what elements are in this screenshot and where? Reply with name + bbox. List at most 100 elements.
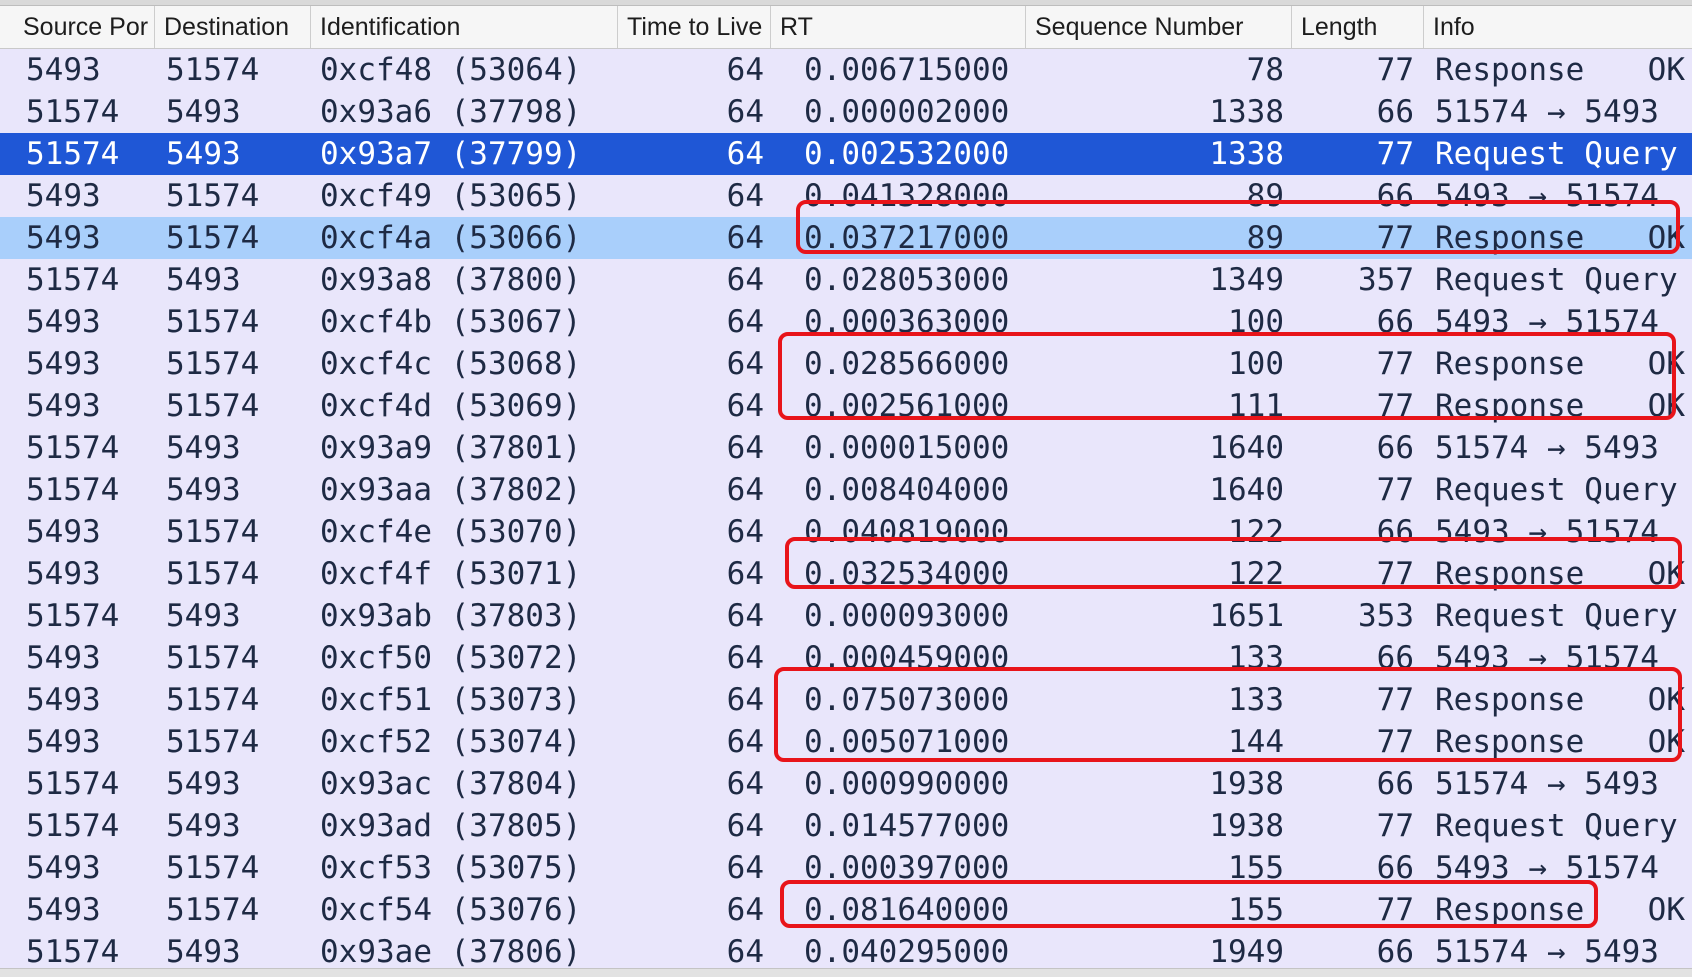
cell-sequence-number: 100: [1228, 346, 1284, 382]
packet-row[interactable]: 5493 51574 0xcf4a (53066) 64 0.037217000 89 77…: [0, 217, 1692, 259]
packet-row[interactable]: 51574 5493 0x93a8 (37800) 64 0.028053000 1349…: [0, 259, 1692, 301]
cell-length: 66: [1376, 304, 1414, 340]
cell-length: 66: [1376, 640, 1414, 676]
cell-info: Request Query: [1435, 595, 1685, 637]
cell-sequence-number: 133: [1228, 682, 1284, 718]
cell-length: 66: [1376, 850, 1414, 886]
cell-source-port: 51574: [26, 430, 120, 466]
packet-list: 5493 51574 0xcf48 (53064) 64 0.006715000 78 77…: [0, 49, 1692, 973]
cell-source-port: 51574: [26, 136, 120, 172]
cell-length: 77: [1376, 472, 1414, 508]
cell-ttl: 64: [726, 934, 764, 970]
cell-sequence-number: 144: [1228, 724, 1284, 760]
cell-source-port: 5493: [26, 388, 101, 424]
cell-source-port: 5493: [26, 724, 101, 760]
packet-row[interactable]: 51574 5493 0x93a7 (37799) 64 0.002532000 1338…: [0, 133, 1692, 175]
cell-source-port: 51574: [26, 808, 120, 844]
cell-sequence-number: 155: [1228, 892, 1284, 928]
cell-identification: 0xcf49 (53065): [320, 178, 582, 214]
cell-identification: 0xcf48 (53064): [320, 52, 582, 88]
cell-info: Response OK: [1435, 679, 1685, 721]
cell-sequence-number: 1938: [1209, 766, 1284, 802]
column-header-sequence-number[interactable]: Sequence Number: [1025, 6, 1291, 48]
cell-length: 357: [1358, 262, 1414, 298]
cell-info-status: OK: [1647, 346, 1685, 382]
cell-identification: 0x93a6 (37798): [320, 94, 582, 130]
cell-rt: 0.000002000: [804, 94, 1010, 130]
cell-info: Response OK: [1435, 889, 1685, 931]
cell-info-text: Request Query: [1435, 598, 1678, 634]
cell-ttl: 64: [726, 388, 764, 424]
cell-destination: 5493: [166, 136, 241, 172]
cell-info-status: OK: [1647, 724, 1685, 760]
cell-destination: 5493: [166, 766, 241, 802]
packet-row[interactable]: 51574 5493 0x93ac (37804) 64 0.000990000 1938…: [0, 763, 1692, 805]
cell-sequence-number: 1949: [1209, 934, 1284, 970]
packet-row[interactable]: 51574 5493 0x93a6 (37798) 64 0.000002000 1338…: [0, 91, 1692, 133]
packet-row[interactable]: 5493 51574 0xcf4b (53067) 64 0.000363000 100 6…: [0, 301, 1692, 343]
cell-rt: 0.006715000: [804, 52, 1010, 88]
cell-length: 66: [1376, 178, 1414, 214]
cell-info-text: Response: [1435, 346, 1585, 382]
packet-row[interactable]: 5493 51574 0xcf50 (53072) 64 0.000459000 133 6…: [0, 637, 1692, 679]
cell-destination: 5493: [166, 934, 241, 970]
cell-length: 66: [1376, 94, 1414, 130]
cell-destination: 51574: [166, 850, 260, 886]
cell-info-text: 51574 → 5493: [1435, 766, 1659, 802]
column-header-destination[interactable]: Destination: [154, 6, 310, 48]
cell-rt: 0.040295000: [804, 934, 1010, 970]
packet-row[interactable]: 51574 5493 0x93ad (37805) 64 0.014577000 1938…: [0, 805, 1692, 847]
cell-sequence-number: 1640: [1209, 430, 1284, 466]
packet-row[interactable]: 5493 51574 0xcf4d (53069) 64 0.002561000 111 7…: [0, 385, 1692, 427]
cell-length: 77: [1376, 220, 1414, 256]
cell-info: 51574 → 5493: [1435, 91, 1685, 133]
cell-info: 51574 → 5493: [1435, 427, 1685, 469]
cell-source-port: 51574: [26, 766, 120, 802]
packet-row[interactable]: 5493 51574 0xcf53 (53075) 64 0.000397000 155 6…: [0, 847, 1692, 889]
column-header-source-port[interactable]: Source Por: [14, 6, 154, 48]
cell-info-text: 5493 → 51574: [1435, 178, 1659, 214]
packet-row[interactable]: 5493 51574 0xcf4e (53070) 64 0.040819000 122 6…: [0, 511, 1692, 553]
cell-ttl: 64: [726, 724, 764, 760]
cell-length: 77: [1376, 892, 1414, 928]
cell-identification: 0xcf4e (53070): [320, 514, 582, 550]
cell-length: 353: [1358, 598, 1414, 634]
cell-destination: 51574: [166, 514, 260, 550]
column-header-info[interactable]: Info: [1423, 6, 1692, 48]
cell-identification: 0xcf4d (53069): [320, 388, 582, 424]
cell-ttl: 64: [726, 178, 764, 214]
cell-rt: 0.000459000: [804, 640, 1010, 676]
packet-row[interactable]: 5493 51574 0xcf4f (53071) 64 0.032534000 122 7…: [0, 553, 1692, 595]
cell-destination: 51574: [166, 724, 260, 760]
packet-row[interactable]: 5493 51574 0xcf49 (53065) 64 0.041328000 89 66…: [0, 175, 1692, 217]
cell-source-port: 5493: [26, 514, 101, 550]
cell-source-port: 5493: [26, 682, 101, 718]
cell-rt: 0.008404000: [804, 472, 1010, 508]
cell-info-text: Response: [1435, 724, 1585, 760]
column-header-ttl[interactable]: Time to Live: [617, 6, 770, 48]
cell-ttl: 64: [726, 430, 764, 466]
cell-length: 77: [1376, 808, 1414, 844]
cell-destination: 51574: [166, 178, 260, 214]
packet-list-header: Source Por Destination Identification Ti…: [0, 6, 1692, 49]
cell-length: 66: [1376, 934, 1414, 970]
cell-info-status: OK: [1647, 556, 1685, 592]
column-header-identification[interactable]: Identification: [310, 6, 620, 48]
packet-row[interactable]: 5493 51574 0xcf52 (53074) 64 0.005071000 144 7…: [0, 721, 1692, 763]
packet-row[interactable]: 51574 5493 0x93ae (37806) 64 0.040295000 1949…: [0, 931, 1692, 973]
column-header-rt[interactable]: RT: [770, 6, 1025, 48]
cell-info-text: Response: [1435, 556, 1585, 592]
cell-identification: 0x93a7 (37799): [320, 136, 582, 172]
column-header-length[interactable]: Length: [1291, 6, 1423, 48]
packet-row[interactable]: 5493 51574 0xcf51 (53073) 64 0.075073000 133 7…: [0, 679, 1692, 721]
cell-rt: 0.002561000: [804, 388, 1010, 424]
packet-row[interactable]: 5493 51574 0xcf4c (53068) 64 0.028566000 100 7…: [0, 343, 1692, 385]
packet-row[interactable]: 51574 5493 0x93a9 (37801) 64 0.000015000 1640…: [0, 427, 1692, 469]
packet-row[interactable]: 5493 51574 0xcf48 (53064) 64 0.006715000 78 77…: [0, 49, 1692, 91]
cell-sequence-number: 1938: [1209, 808, 1284, 844]
cell-identification: 0xcf53 (53075): [320, 850, 582, 886]
packet-row[interactable]: 51574 5493 0x93aa (37802) 64 0.008404000 1640…: [0, 469, 1692, 511]
cell-sequence-number: 122: [1228, 514, 1284, 550]
packet-row[interactable]: 51574 5493 0x93ab (37803) 64 0.000093000 1651…: [0, 595, 1692, 637]
packet-row[interactable]: 5493 51574 0xcf54 (53076) 64 0.081640000 155 7…: [0, 889, 1692, 931]
